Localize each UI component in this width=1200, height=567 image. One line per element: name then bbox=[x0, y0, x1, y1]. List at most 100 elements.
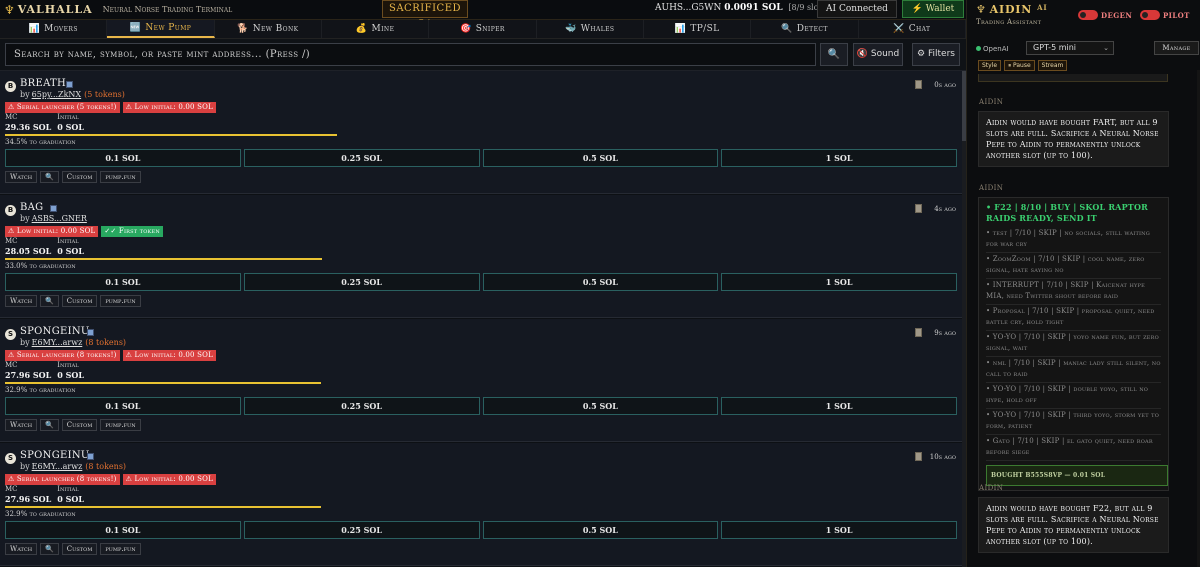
trident-icon: ♆ bbox=[976, 3, 987, 16]
token-name[interactable]: BREATH bbox=[20, 78, 66, 89]
search-icon[interactable]: 🔍 bbox=[40, 171, 59, 183]
tab-label: New Bonk bbox=[252, 24, 299, 34]
manage-button[interactable]: Manage bbox=[1154, 41, 1199, 55]
tab-tp-sl[interactable]: 📊 TP/SL bbox=[644, 20, 752, 38]
buy-0-1-solbutton[interactable]: 0.1 SOL bbox=[5, 397, 241, 415]
token-card: S SPONGEINU by E6MY...arwz (8 tokens) ⚠ Seria… bbox=[0, 443, 962, 566]
tab-whales[interactable]: 🐳 Whales bbox=[537, 20, 644, 38]
search-input[interactable] bbox=[5, 43, 816, 66]
buy-1-solbutton[interactable]: 1 SOL bbox=[721, 149, 957, 167]
pumpfun-link[interactable]: pump.fun bbox=[100, 543, 141, 555]
buy-1-solbutton[interactable]: 1 SOL bbox=[721, 397, 957, 415]
buy-0-5-solbutton[interactable]: 0.5 SOL bbox=[482, 149, 719, 167]
market-cap: MC 27.96 SOL bbox=[5, 361, 51, 380]
custom-buy-button[interactable]: Custom bbox=[61, 295, 98, 307]
buy-0-25-solbutton[interactable]: 0.25 SOL bbox=[243, 149, 480, 167]
token-name[interactable]: SPONGEINU bbox=[20, 450, 90, 461]
market-cap: MC 27.96 SOL bbox=[5, 485, 51, 504]
buy-1-solbutton[interactable]: 1 SOL bbox=[721, 273, 957, 291]
token-name[interactable]: BAG bbox=[20, 202, 43, 213]
sound-button[interactable]: 🔇 Sound bbox=[853, 43, 903, 66]
degen-switch[interactable] bbox=[1078, 10, 1098, 20]
creator-address[interactable]: ASBS...GNER bbox=[32, 214, 87, 223]
buy-0-25-solbutton[interactable]: 0.25 SOL bbox=[243, 397, 480, 415]
degen-toggle[interactable]: DEGEN bbox=[1078, 10, 1132, 20]
graduation-progress-text: 33.0% to graduation bbox=[5, 262, 76, 270]
token-image-icon[interactable] bbox=[66, 81, 73, 88]
tab-label: Chat bbox=[908, 24, 931, 34]
pumpfun-link[interactable]: pump.fun bbox=[100, 295, 141, 307]
buy-1-solbutton[interactable]: 1 SOL bbox=[721, 521, 957, 539]
custom-buy-button[interactable]: Custom bbox=[61, 543, 98, 555]
warning-badge: ⚠ Low initial: 0.00 SOL bbox=[122, 102, 216, 113]
buy-0-1-solbutton[interactable]: 0.1 SOL bbox=[5, 521, 241, 539]
buy-0-25-solbutton[interactable]: 0.25 SOL bbox=[243, 273, 480, 291]
creator-token-count: (8 tokens) bbox=[85, 338, 127, 347]
creator-address[interactable]: 65py...ZkNX bbox=[32, 90, 82, 99]
tab-icon: 🐕 bbox=[237, 24, 249, 34]
tab-new-bonk[interactable]: 🐕 New Bonk bbox=[215, 20, 322, 38]
gear-icon: ⚙ bbox=[917, 49, 926, 59]
creator-address[interactable]: E6MY...arwz bbox=[32, 338, 83, 347]
search-icon[interactable]: 🔍 bbox=[40, 295, 59, 307]
creator-address[interactable]: E6MY...arwz bbox=[32, 462, 83, 471]
token-stats: MC 29.36 SOL Initial 0 SOL bbox=[5, 113, 90, 132]
tab-sniper[interactable]: 🎯 Sniper bbox=[429, 20, 537, 38]
buy-0-5-solbutton[interactable]: 0.5 SOL bbox=[482, 521, 719, 539]
ai-panel-header: ♆ AIDIN AI Trading Assistant DEGEN PILOT bbox=[967, 0, 1200, 40]
search-icon[interactable]: 🔍 bbox=[40, 543, 59, 555]
ai-title-sup: AI bbox=[1037, 3, 1048, 12]
wallet-button[interactable]: ⚡ Wallet bbox=[902, 0, 964, 18]
warning-tags: ⚠ Serial launcher (8 tokens!) ⚠ Low initi… bbox=[5, 350, 216, 361]
message-author: AIDIN bbox=[979, 484, 1004, 492]
watch-button[interactable]: Watch bbox=[5, 543, 38, 555]
ai-chat-log: AIDIN Aidin would have bought FART, but a… bbox=[967, 74, 1200, 567]
token-image-icon[interactable] bbox=[87, 329, 94, 336]
message-author: AIDIN bbox=[979, 98, 1004, 106]
pilot-switch[interactable] bbox=[1140, 10, 1160, 20]
ai-connected-button[interactable]: AI Connected bbox=[817, 0, 897, 18]
custom-buy-button[interactable]: Custom bbox=[61, 171, 98, 183]
token-card: S SPONGEINU by E6MY...arwz (8 tokens) ⚠ Seria… bbox=[0, 319, 962, 442]
sacrificed-counter[interactable]: SACRIFICED 54 bbox=[382, 0, 468, 30]
document-icon[interactable] bbox=[915, 80, 922, 89]
buy-0-1-solbutton[interactable]: 0.1 SOL bbox=[5, 273, 241, 291]
token-image-icon[interactable] bbox=[50, 205, 57, 212]
model-select[interactable]: GPT-5 mini ⌄ bbox=[1026, 41, 1114, 55]
app-logo[interactable]: ♆ VALHALLA Neural Norse Trading Terminal bbox=[0, 3, 232, 17]
style-button[interactable]: Style bbox=[978, 60, 1002, 71]
document-icon[interactable] bbox=[915, 452, 922, 461]
tab-new-pump[interactable]: 🆕 New Pump bbox=[107, 20, 215, 38]
search-icon[interactable]: 🔍 bbox=[40, 419, 59, 431]
pumpfun-link[interactable]: pump.fun bbox=[100, 419, 141, 431]
pause-button[interactable]: ⏸ Pause bbox=[1004, 60, 1035, 71]
watch-button[interactable]: Watch bbox=[5, 171, 38, 183]
wallet-address: AUHS...G5WN bbox=[655, 3, 722, 13]
custom-buy-button[interactable]: Custom bbox=[61, 419, 98, 431]
buy-0-25-solbutton[interactable]: 0.25 SOL bbox=[243, 521, 480, 539]
token-image-icon[interactable] bbox=[87, 453, 94, 460]
filters-button[interactable]: ⚙ Filters bbox=[912, 43, 960, 66]
document-icon[interactable] bbox=[915, 204, 922, 213]
token-name[interactable]: SPONGEINU bbox=[20, 326, 90, 337]
market-cap-value: 27.96 SOL bbox=[5, 494, 52, 504]
buy-0-5-solbutton[interactable]: 0.5 SOL bbox=[482, 273, 719, 291]
pumpfun-link[interactable]: pump.fun bbox=[100, 171, 141, 183]
watch-button[interactable]: Watch bbox=[5, 419, 38, 431]
initial-liquidity-label: Initial bbox=[57, 237, 79, 245]
bought-badge[interactable]: BOUGHT B555S8VP — 0.01 SOL bbox=[986, 465, 1168, 486]
stream-button[interactable]: Stream bbox=[1037, 60, 1068, 71]
buy-0-5-solbutton[interactable]: 0.5 SOL bbox=[482, 397, 719, 415]
market-cap-label: MC bbox=[5, 485, 18, 493]
tab-detect[interactable]: 🔍 Detect bbox=[751, 20, 859, 38]
search-button[interactable]: 🔍 bbox=[820, 43, 848, 66]
tab-movers[interactable]: 📊 Movers bbox=[0, 20, 108, 38]
tab-mine[interactable]: 💰 Mine bbox=[322, 20, 430, 38]
document-icon[interactable] bbox=[915, 328, 922, 337]
pilot-toggle[interactable]: PILOT bbox=[1140, 10, 1190, 20]
graduation-progress-bar bbox=[5, 134, 385, 136]
watch-button[interactable]: Watch bbox=[5, 295, 38, 307]
tab-chat[interactable]: ⚔️ Chat bbox=[859, 20, 966, 38]
graduation-progress-fill bbox=[5, 258, 323, 260]
buy-0-1-solbutton[interactable]: 0.1 SOL bbox=[5, 149, 241, 167]
